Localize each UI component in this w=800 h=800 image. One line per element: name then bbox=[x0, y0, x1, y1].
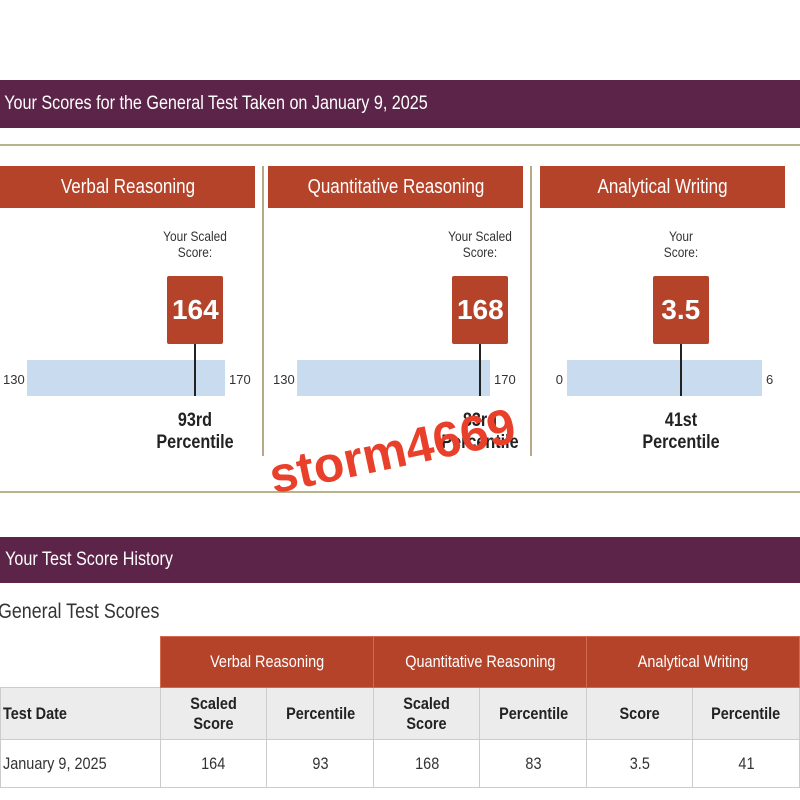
score-scale-bar bbox=[567, 360, 762, 396]
score-box: 164 bbox=[167, 276, 224, 344]
group-writing: Analytical Writing bbox=[586, 636, 800, 688]
group-verbal: Verbal Reasoning bbox=[160, 636, 375, 688]
score-box: 168 bbox=[452, 276, 509, 344]
empty-cell bbox=[1, 637, 161, 688]
scores-title: Your Scores for the General Test Taken o… bbox=[4, 93, 428, 114]
divider bbox=[0, 491, 800, 493]
score-history-table: Verbal Reasoning Quantitative Reasoning … bbox=[0, 636, 800, 788]
general-test-scores-heading: General Test Scores bbox=[0, 600, 160, 623]
column-header: Percentile bbox=[266, 687, 375, 740]
column-header: Scaled Score bbox=[160, 687, 268, 740]
score-marker bbox=[479, 344, 482, 396]
scale-max: 170 bbox=[494, 372, 516, 387]
score-scale-bar bbox=[297, 360, 490, 396]
scale-min: 0 bbox=[555, 372, 563, 387]
column-header: Scaled Score bbox=[373, 687, 481, 740]
table-cell: 93 bbox=[266, 739, 375, 788]
percentile: 93rd Percentile bbox=[156, 410, 234, 453]
score-box: 3.5 bbox=[652, 276, 709, 344]
table-cell: 164 bbox=[160, 739, 268, 788]
table-cell: 168 bbox=[373, 739, 481, 788]
column-header: Test Date bbox=[0, 687, 162, 740]
score-label: Your Score: bbox=[663, 228, 698, 260]
table-cell: 83 bbox=[479, 739, 588, 788]
scale-min: 130 bbox=[273, 372, 295, 387]
divider bbox=[0, 144, 800, 146]
score-marker bbox=[194, 344, 197, 396]
column-header: Percentile bbox=[479, 687, 588, 740]
group-quant: Quantitative Reasoning bbox=[373, 636, 588, 688]
scale-max: 170 bbox=[229, 372, 251, 387]
watermark: storm4669 bbox=[264, 397, 521, 505]
table-cell: January 9, 2025 bbox=[0, 739, 162, 788]
history-header: Your Test Score History bbox=[0, 537, 800, 583]
scores-header: Your Scores for the General Test Taken o… bbox=[0, 80, 800, 128]
table-cell: 3.5 bbox=[586, 739, 693, 788]
percentile: 41st Percentile bbox=[642, 410, 720, 453]
scale-min: 130 bbox=[3, 372, 25, 387]
score-label: Your Scaled Score: bbox=[163, 228, 228, 260]
score-marker bbox=[679, 344, 682, 396]
history-title: Your Test Score History bbox=[5, 549, 173, 570]
divider bbox=[262, 166, 264, 456]
panel-header: Quantitative Reasoning bbox=[268, 166, 523, 208]
score-label: Your Scaled Score: bbox=[448, 228, 513, 260]
column-header: Score bbox=[586, 687, 693, 740]
column-header: Percentile bbox=[691, 687, 800, 740]
panel-header: Analytical Writing bbox=[540, 166, 785, 208]
table-cell: 41 bbox=[691, 739, 800, 788]
scale-max: 6 bbox=[766, 372, 774, 387]
panel-header: Verbal Reasoning bbox=[0, 166, 255, 208]
